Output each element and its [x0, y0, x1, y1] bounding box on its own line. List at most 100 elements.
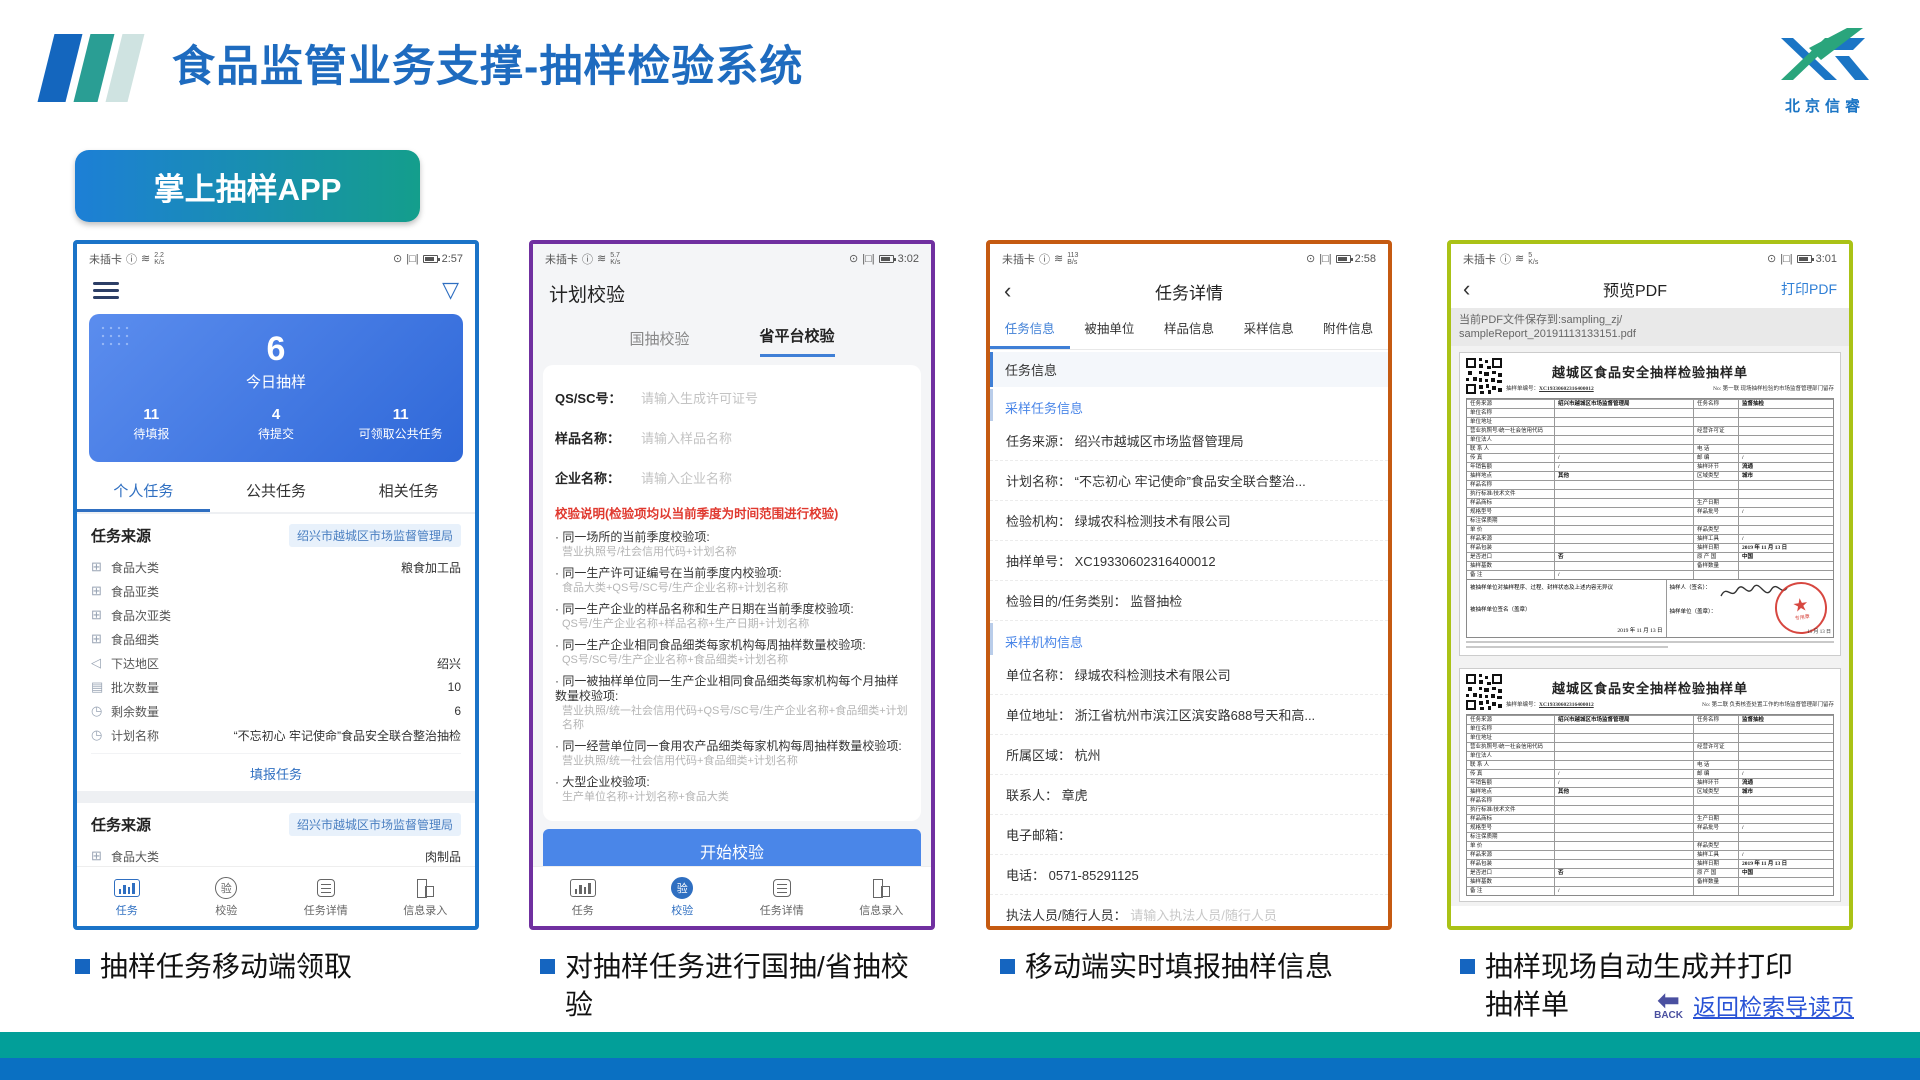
- filter-icon[interactable]: ▽: [442, 280, 459, 300]
- cell-label: 传 真: [1467, 454, 1555, 462]
- tab-sample-info[interactable]: 样品信息: [1149, 312, 1229, 349]
- nav-tasks[interactable]: 任务: [77, 876, 177, 918]
- back-button[interactable]: ⬅ BACK: [1654, 990, 1683, 1021]
- pdf-viewer[interactable]: 越城区食品安全抽样检验抽样单 抽样单编号：XC19330602316400012…: [1451, 346, 1849, 906]
- cell-value: [1555, 508, 1693, 516]
- print-pdf-button[interactable]: 打印PDF: [1767, 279, 1837, 299]
- page-title: 食品监管业务支撑-抽样检验系统: [172, 32, 803, 94]
- cell-value2: /: [1739, 770, 1833, 778]
- tab-attachment-info[interactable]: 附件信息: [1308, 312, 1388, 349]
- tab-national-check[interactable]: 国抽校验: [629, 328, 689, 357]
- cell-value2: [1739, 481, 1833, 489]
- fill-task-link[interactable]: 填报任务: [91, 753, 461, 791]
- row-icon: ▤: [91, 679, 111, 695]
- row-icon: ⊞: [91, 559, 111, 575]
- row-label: 食品大类: [111, 848, 159, 865]
- nav-check[interactable]: 验 校验: [633, 876, 733, 918]
- sim-status: 未插卡: [545, 251, 578, 267]
- check-tabs: 国抽校验 省平台校验: [533, 311, 931, 357]
- task-tabs: 个人任务 公共任务 相关任务: [77, 472, 475, 514]
- cell-label: 任务来源: [1467, 716, 1555, 724]
- row-value: 6: [159, 704, 461, 718]
- cell-label: 备 注: [1467, 887, 1555, 895]
- nav-check[interactable]: 验 校验: [177, 876, 277, 918]
- tab-sampling-info[interactable]: 采样信息: [1229, 312, 1309, 349]
- pdf-form-row: 联 系 人 电 话: [1467, 760, 1833, 769]
- qr-code: [1466, 358, 1502, 394]
- back-icon[interactable]: ‹: [1463, 276, 1503, 302]
- stat-public-tasks[interactable]: 11可领取公共任务: [338, 406, 463, 442]
- row-value: 绍兴市越城区市场监督管理局: [1075, 434, 1244, 449]
- rule-detail: 食品大类+QS号/SC号/生产企业名称+计划名称: [555, 581, 909, 595]
- tab-related-tasks[interactable]: 相关任务: [342, 472, 475, 512]
- back-icon[interactable]: ‹: [1004, 278, 1044, 304]
- return-index-link[interactable]: 返回检索导读页: [1693, 988, 1854, 1022]
- row-label: 食品亚类: [111, 583, 159, 600]
- cell-value2: 流通: [1739, 779, 1833, 787]
- caption-text: 抽样任务移动端领取: [100, 948, 352, 986]
- pdf-form-row: 规格型号 样品批号 /: [1467, 507, 1833, 516]
- cell-value2: [1739, 526, 1833, 534]
- detail-row: 检验目的/任务类别： 监督抽检: [990, 581, 1388, 621]
- task-attr-row: ⊞ 食品细类: [91, 627, 461, 651]
- form-field[interactable]: 样品名称： 请输入样品名称: [555, 417, 909, 457]
- nav-task-detail[interactable]: 任务详情: [276, 876, 376, 918]
- cell-value2: 2019 年 11 月 13 日: [1739, 860, 1833, 868]
- nav-info-entry[interactable]: 信息录入: [832, 876, 932, 918]
- network-icon: ≋: [597, 252, 606, 265]
- cell-value: [1555, 499, 1693, 507]
- cell-value2: [1739, 833, 1833, 841]
- menu-icon[interactable]: [93, 278, 119, 303]
- vibrate-icon: |□|: [406, 253, 418, 265]
- tab-province-check[interactable]: 省平台校验: [760, 325, 835, 357]
- xr-logo-icon: [1775, 26, 1875, 88]
- clock: 3:02: [898, 253, 919, 265]
- tab-task-info[interactable]: 任务信息: [990, 312, 1070, 349]
- phone-screenshot-task-detail: 未插卡 ⓘ ≋ 113B/s ⊙ |□| 2:58 ‹ 任务详情: [986, 240, 1392, 930]
- cell-value: [1555, 860, 1693, 868]
- cell-value2: [1739, 490, 1833, 498]
- network-speed: 5K/s: [1528, 252, 1538, 266]
- tab-sampled-unit[interactable]: 被抽单位: [1070, 312, 1150, 349]
- pdf-form-row: 样品商标 生产日期: [1467, 498, 1833, 507]
- cell-value: [1555, 436, 1693, 444]
- task-attr-row: ▤ 批次数量 10: [91, 675, 461, 699]
- cell-label: 抽样地点: [1467, 788, 1555, 796]
- cell-label: 联 系 人: [1467, 761, 1555, 769]
- task-card: 任务来源 绍兴市越城区市场监督管理局 ⊞ 食品大类 粮食加工品 ⊞: [77, 514, 475, 791]
- task-source-badge: 绍兴市越城区市场监督管理局: [289, 524, 461, 547]
- cell-value2: [1739, 499, 1833, 507]
- cell-value: [1555, 535, 1693, 543]
- form-field[interactable]: 企业名称： 请输入企业名称: [555, 457, 909, 497]
- cell-label: 样品来源: [1467, 851, 1555, 859]
- cell-value: [1555, 743, 1693, 751]
- cell-label2: [1693, 409, 1739, 417]
- stat-pending-submit[interactable]: 4待提交: [214, 406, 339, 442]
- detail-row: 单位地址： 浙江省杭州市滨江区滨安路688号天和高...: [990, 695, 1388, 735]
- nav-info-entry[interactable]: 信息录入: [376, 876, 476, 918]
- form-field[interactable]: QS/SC号： 请输入生成许可证号: [555, 377, 909, 417]
- cell-label2: [1693, 571, 1739, 579]
- cell-label: 单位地址: [1467, 418, 1555, 426]
- cell-label2: 样品类型: [1693, 526, 1739, 534]
- pdf-form-row: 标注保质期: [1467, 832, 1833, 841]
- nav-task-detail[interactable]: 任务详情: [732, 876, 832, 918]
- cell-label2: [1693, 436, 1739, 444]
- stat-pending-fill[interactable]: 11待填报: [89, 406, 214, 442]
- cell-label2: 样品类型: [1693, 842, 1739, 850]
- row-label: 检验机构：: [1006, 514, 1071, 529]
- rule-title: 同一经营单位同一食用农产品细类每家机构每周抽样数量校验项:: [555, 739, 909, 754]
- cell-label: 单 价: [1467, 842, 1555, 850]
- cell-value2: [1739, 878, 1833, 886]
- cell-label: 执行标准/技术文件: [1467, 806, 1555, 814]
- battery-icon: [1336, 255, 1351, 263]
- task-attr-row: ⊞ 食品亚类: [91, 579, 461, 603]
- page-title: 任务详情: [1044, 279, 1334, 304]
- cell-label: 年销售额: [1467, 779, 1555, 787]
- divider: [77, 791, 475, 803]
- task-source-label: 任务来源: [91, 814, 151, 835]
- tab-personal-tasks[interactable]: 个人任务: [77, 472, 210, 512]
- row-label: 单位名称：: [1006, 668, 1071, 683]
- tab-public-tasks[interactable]: 公共任务: [210, 472, 343, 512]
- nav-tasks[interactable]: 任务: [533, 876, 633, 918]
